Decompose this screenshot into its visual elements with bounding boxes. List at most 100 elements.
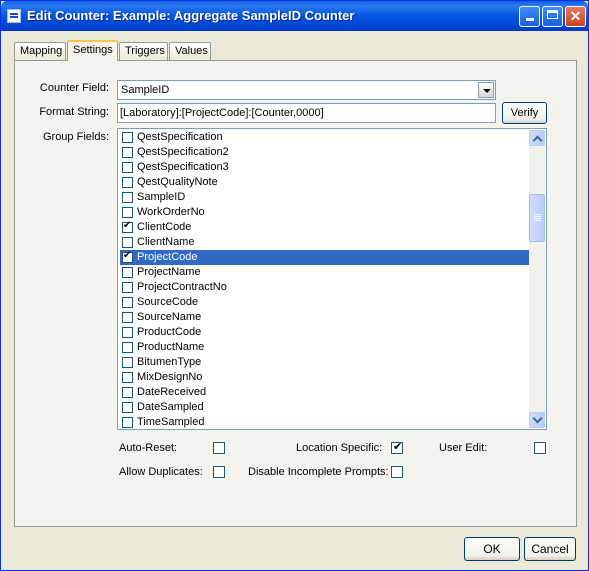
scroll-down-icon[interactable] (529, 412, 545, 428)
list-item-label: ClientName (137, 236, 195, 248)
list-item-label: TimeSampled (137, 416, 205, 428)
list-item-checkbox[interactable] (122, 372, 133, 383)
list-item[interactable]: ProductName (120, 340, 529, 355)
list-item-label: ClientCode (137, 221, 192, 233)
title-bar[interactable]: Edit Counter: Example: Aggregate SampleI… (1, 1, 588, 31)
close-icon: ✕ (569, 8, 582, 24)
counter-field-select[interactable]: SampleID (117, 80, 496, 100)
list-item[interactable]: SampleID (120, 190, 529, 205)
list-item[interactable]: QestSpecification (120, 130, 529, 145)
allow-duplicates-label: Allow Duplicates: (119, 466, 203, 478)
tab-label: Triggers (125, 45, 165, 57)
list-item[interactable]: ProjectCode (120, 250, 529, 265)
list-item-checkbox[interactable] (122, 327, 133, 338)
list-item-checkbox[interactable] (122, 282, 133, 293)
edit-counter-window: Edit Counter: Example: Aggregate SampleI… (0, 0, 589, 571)
format-string-field[interactable] (120, 105, 490, 121)
maximize-button[interactable] (542, 6, 563, 27)
tab-label: Values (175, 45, 208, 57)
tab-mapping[interactable]: Mapping (14, 42, 66, 60)
list-item[interactable]: DateReceived (120, 385, 529, 400)
list-item-checkbox[interactable] (122, 387, 133, 398)
list-item[interactable]: QestSpecification3 (120, 160, 529, 175)
user-edit-checkbox[interactable] (534, 442, 546, 454)
list-item-checkbox[interactable] (122, 237, 133, 248)
close-button[interactable]: ✕ (565, 6, 586, 27)
auto-reset-checkbox[interactable] (213, 442, 225, 454)
list-item[interactable]: MixDesignNo (120, 370, 529, 385)
list-item-label: SampleID (137, 191, 186, 203)
list-item-label: DateSampled (137, 401, 204, 413)
list-item[interactable]: ClientCode (120, 220, 529, 235)
group-fields-label: Group Fields: (42, 131, 109, 143)
disable-incomplete-prompts-checkbox[interactable] (391, 466, 403, 478)
format-string-field-box (117, 103, 496, 123)
list-item-checkbox[interactable] (122, 207, 133, 218)
list-item-label: QestSpecification (137, 131, 223, 143)
list-item[interactable]: TimeSampled (120, 415, 529, 429)
tab-label: Mapping (20, 45, 63, 57)
minimize-icon (525, 18, 534, 21)
list-item-checkbox[interactable] (122, 357, 133, 368)
cancel-button[interactable]: Cancel (524, 537, 576, 561)
list-item-label: ProductCode (137, 326, 202, 338)
list-item-checkbox[interactable] (122, 177, 133, 188)
list-item-checkbox[interactable] (122, 342, 133, 353)
list-item-label: ProjectName (137, 266, 201, 278)
list-item-checkbox[interactable] (122, 147, 133, 158)
vertical-scrollbar[interactable] (529, 130, 545, 428)
list-item[interactable]: QestSpecification2 (120, 145, 529, 160)
list-item-checkbox[interactable] (122, 417, 133, 428)
maximize-icon (547, 10, 558, 19)
list-item[interactable]: SourceCode (120, 295, 529, 310)
list-item-label: SourceName (137, 311, 202, 323)
list-item[interactable]: WorkOrderNo (120, 205, 529, 220)
tab-label: Settings (73, 44, 113, 56)
list-item-checkbox[interactable] (122, 267, 133, 278)
list-item-checkbox[interactable] (122, 132, 133, 143)
list-item-label: MixDesignNo (137, 371, 203, 383)
list-item[interactable]: QestQualityNote (120, 175, 529, 190)
list-item[interactable]: BitumenType (120, 355, 529, 370)
minimize-button[interactable] (519, 6, 540, 27)
list-item[interactable]: ProjectName (120, 265, 529, 280)
list-item-checkbox[interactable] (122, 402, 133, 413)
list-item-label: QestSpecification3 (137, 161, 229, 173)
list-item-label: DateReceived (137, 386, 207, 398)
list-item-checkbox[interactable] (122, 312, 133, 323)
format-string-label: Format String: (39, 106, 109, 118)
tab-triggers[interactable]: Triggers (119, 42, 168, 60)
scroll-thumb[interactable] (529, 194, 545, 242)
auto-reset-label: Auto-Reset: (119, 442, 178, 454)
list-item[interactable]: SourceName (120, 310, 529, 325)
disable-incomplete-prompts-label: Disable Incomplete Prompts: (248, 466, 389, 478)
window-icon (7, 9, 21, 23)
ok-button[interactable]: OK (464, 537, 520, 561)
user-edit-label: User Edit: (439, 442, 488, 454)
allow-duplicates-checkbox[interactable] (213, 466, 225, 478)
list-item-label: ProjectContractNo (137, 281, 227, 293)
chevron-down-icon[interactable] (478, 82, 494, 98)
list-item-label: BitumenType (137, 356, 202, 368)
location-specific-label: Location Specific: (296, 442, 383, 454)
list-item[interactable]: ProjectContractNo (120, 280, 529, 295)
list-item-checkbox[interactable] (122, 297, 133, 308)
list-item[interactable]: ClientName (120, 235, 529, 250)
location-specific-checkbox[interactable] (391, 440, 403, 454)
list-item-checkbox[interactable] (122, 220, 133, 233)
tab-settings[interactable]: Settings (67, 40, 118, 61)
list-item-checkbox[interactable] (122, 162, 133, 173)
group-fields-list[interactable]: QestSpecification QestSpecification2 QestS… (117, 128, 547, 430)
list-item[interactable]: ProductCode (120, 325, 529, 340)
list-item-label: SourceCode (137, 296, 199, 308)
counter-field-value: SampleID (121, 84, 170, 96)
list-item[interactable]: DateSampled (120, 400, 529, 415)
counter-field-label: Counter Field: (39, 82, 109, 94)
list-item-checkbox[interactable] (122, 250, 133, 263)
list-item-label: QestSpecification2 (137, 146, 229, 158)
list-item-checkbox[interactable] (122, 192, 133, 203)
list-item-label: WorkOrderNo (137, 206, 205, 218)
tab-values[interactable]: Values (169, 42, 211, 60)
verify-button[interactable]: Verify (502, 102, 547, 124)
scroll-up-icon[interactable] (529, 130, 545, 146)
